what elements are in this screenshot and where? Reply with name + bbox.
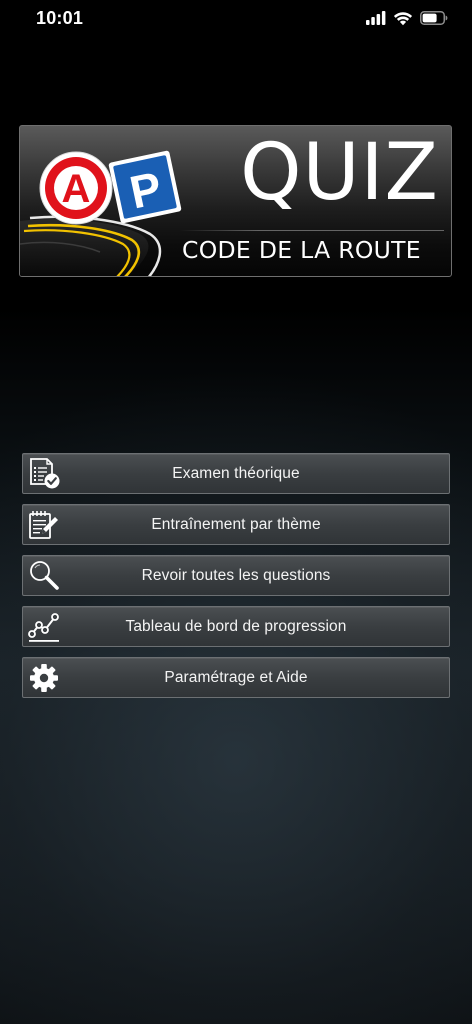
menu-label-settings: Paramétrage et Aide [164,668,308,686]
menu-button-dashboard[interactable]: Tableau de bord de progression [22,606,450,647]
menu-label-review: Revoir toutes les questions [141,566,331,584]
logo-divider [180,230,444,231]
menu-button-training[interactable]: Entraînement par thème [22,504,450,545]
menu-label-training: Entraînement par thème [151,515,321,533]
menu-label-exam: Examen théorique [172,464,300,482]
badge-a-letter: A [62,167,91,211]
badge-p-icon: P [108,150,182,224]
status-icons [366,10,448,26]
gear-icon [30,664,58,692]
status-bar: 10:01 [0,0,472,40]
wifi-icon [393,11,413,25]
app-logo: A P QUIZ CODE DE LA ROUTE [19,125,452,277]
menu-button-settings[interactable]: Paramétrage et Aide [22,657,450,698]
main-menu: Examen théorique Entraînement par thème … [22,453,450,708]
menu-button-review[interactable]: Revoir toutes les questions [22,555,450,596]
signal-icon [366,11,386,25]
menu-label-dashboard: Tableau de bord de progression [125,617,347,635]
logo-subtitle: CODE DE LA ROUTE [182,236,421,264]
status-time: 10:01 [36,8,84,28]
notepad-pencil-icon [29,511,58,539]
exam-checklist-icon [30,458,60,489]
battery-icon [420,11,448,25]
line-chart-icon [28,613,59,642]
magnifier-icon [30,561,59,590]
badge-a-icon: A [39,151,113,225]
logo-title: QUIZ [240,128,439,218]
menu-button-exam[interactable]: Examen théorique [22,453,450,494]
